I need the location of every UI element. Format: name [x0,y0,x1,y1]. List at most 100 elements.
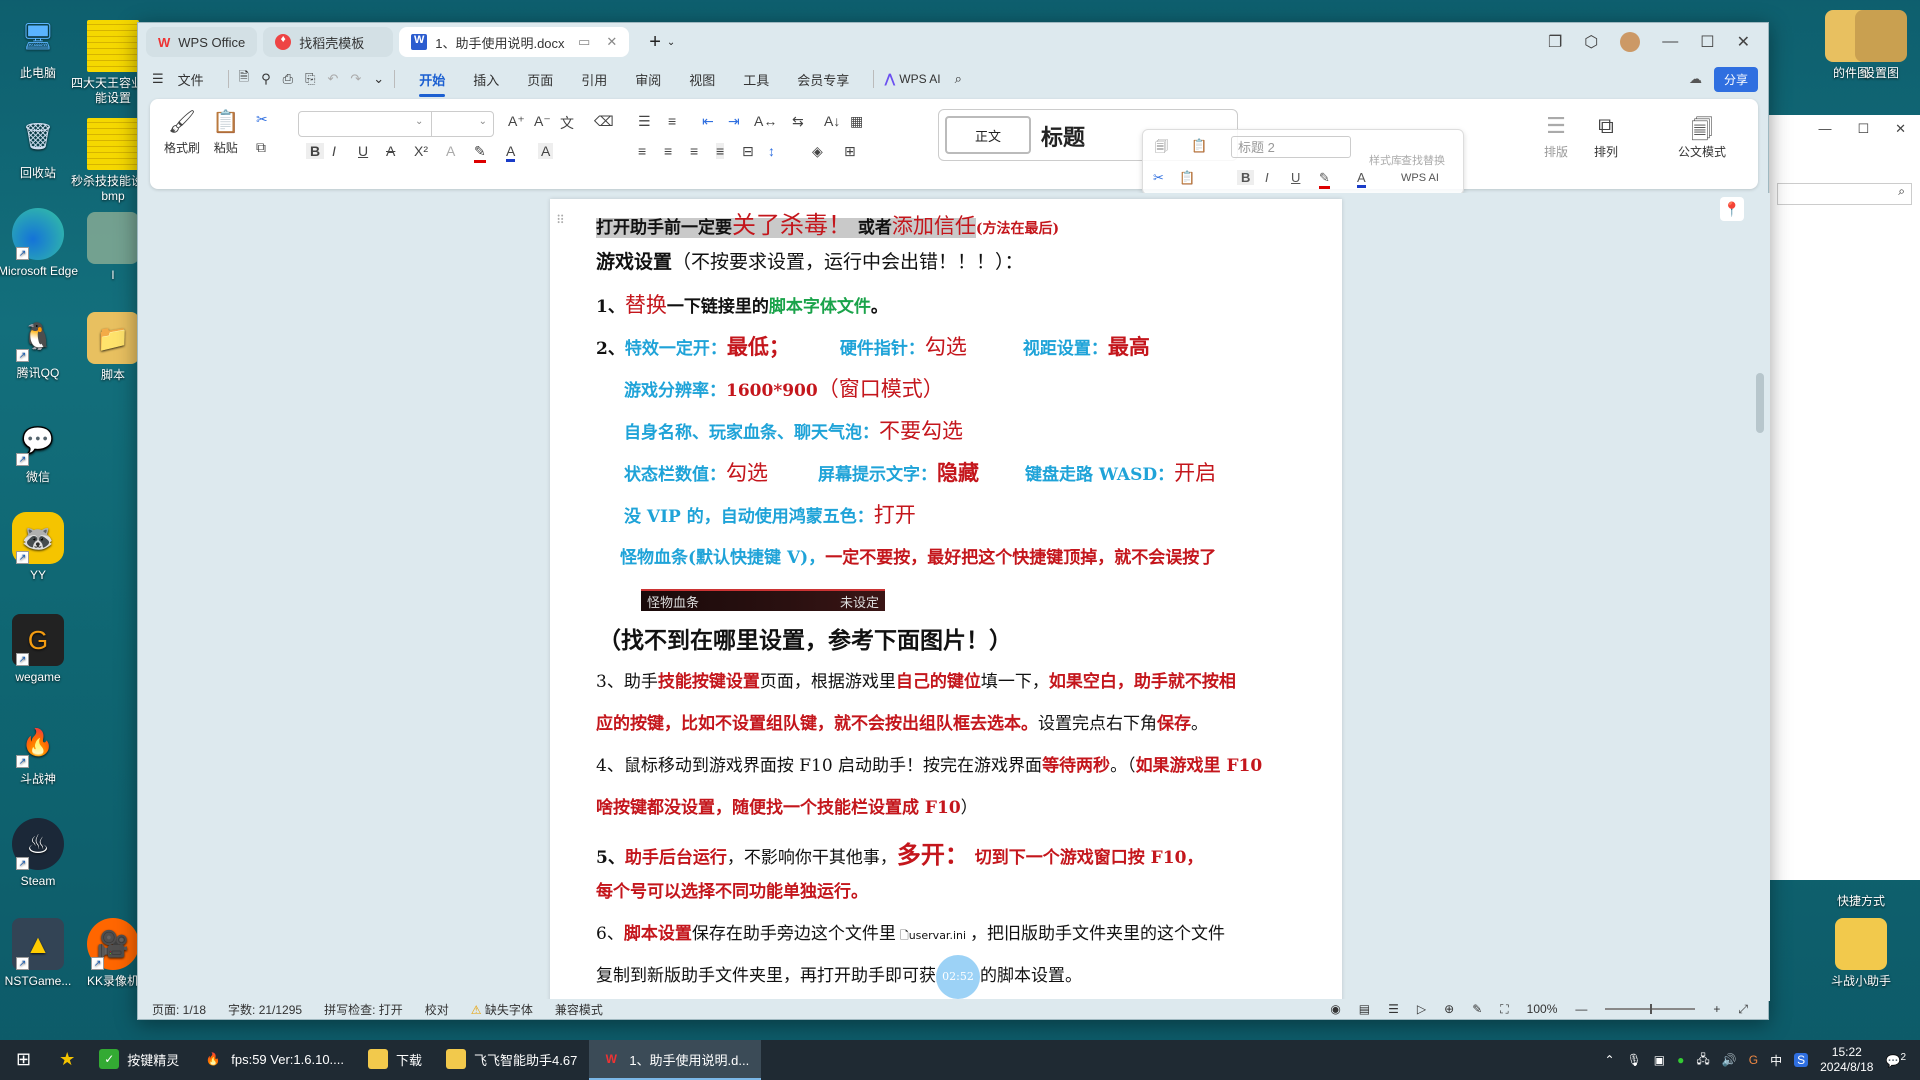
menu-wps-ai[interactable]: WPS AI [895,72,954,86]
pen-icon[interactable]: ✎ [1472,1002,1482,1016]
close-icon[interactable]: ✕ [1737,32,1750,52]
menu-references[interactable]: 引用 [567,70,621,89]
avatar[interactable] [1620,32,1641,52]
ini-file-attachment[interactable]: 🗋uservar.ini [900,929,966,942]
desktop-icon-douzhanshen[interactable]: 🔥 ↗ 斗战神 [0,716,81,787]
start-button[interactable]: ⊞ [0,1040,47,1080]
fit-page-icon[interactable]: ⛶ [1500,1002,1508,1017]
search-doc-icon[interactable]: ⚲ [261,71,271,87]
paste-icon[interactable]: 📋 [1191,138,1207,154]
fullscreen-icon[interactable]: ⤢ [1738,1002,1748,1017]
maximize-icon[interactable]: ☐ [1700,32,1714,52]
more-chevron-icon[interactable]: ⌄ [373,71,384,87]
border-icon[interactable]: ⊞ [844,143,856,160]
superscript-icon[interactable]: X² [414,143,428,159]
underline-icon[interactable]: U [358,143,368,159]
pinyin-icon[interactable]: 文 [560,113,574,133]
increase-indent-icon[interactable]: ⇥ [728,113,740,130]
cut-icon[interactable]: ✂ [256,111,268,128]
desktop-icon-edge[interactable]: ↗ Microsoft Edge [0,208,81,279]
sort-icon[interactable]: A↓ [824,113,840,129]
menu-insert[interactable]: 插入 [459,70,513,89]
format-painter-button[interactable]: 🖌 格式刷 [164,109,200,156]
arrange-button[interactable]: ⧉ 排列 [1594,113,1618,160]
desktop-icon-steam[interactable]: ♨ ↗ Steam [0,818,81,889]
hamburger-icon[interactable]: ☰ [152,71,164,87]
desktop-icon-yy[interactable]: 🦝 ↗ YY [0,512,81,583]
official-mode-button[interactable]: 🗐 公文模式 [1678,113,1726,160]
location-pin-icon[interactable]: 📍 [1720,197,1744,221]
search-icon[interactable]: ⌕ [955,71,962,87]
menu-file[interactable]: 文件 [164,70,218,89]
minimize-icon[interactable]: — [1662,33,1678,51]
clear-format-icon[interactable]: ⌫ [594,113,614,130]
highlight-icon[interactable]: ✎ [1319,170,1330,189]
underline-icon[interactable]: U [1291,170,1300,185]
desktop-icon-right-2[interactable]: 设置图 [1838,10,1920,81]
tab-wps-office[interactable]: W WPS Office [146,27,258,57]
bg-search-icon[interactable]: ⌕ [1777,183,1912,205]
desktop-icon-qq[interactable]: 🐧 ↗ 腾讯QQ [0,310,81,381]
find-replace[interactable]: 查找替换 [1401,152,1445,168]
word-count[interactable]: 字数: 21/1295 [228,1001,302,1018]
desktop-icon-wegame[interactable]: G ↗ wegame [0,614,81,685]
highlight-icon[interactable]: ✎ [474,143,486,163]
page-indicator[interactable]: 页面: 1/18 [152,1001,206,1018]
new-tab-button[interactable]: + [649,31,661,54]
vertical-scrollbar[interactable] [1756,373,1764,433]
taskbar-item-game[interactable]: 🔥 fps:59 Ver:1.6.10.... [191,1040,356,1080]
shrink-font-icon[interactable]: A⁻ [534,113,551,130]
bold-icon[interactable]: B [306,143,325,159]
menu-member[interactable]: 会员专享 [783,70,863,89]
tab-document[interactable]: W 1、助手使用说明.docx ▭ ✕ [399,27,630,57]
zoom-in-icon[interactable]: + [1713,1002,1720,1016]
style-select[interactable]: 标题 2 [1231,136,1351,158]
bullet-list-icon[interactable]: ☰ [638,113,651,130]
taskbar-item-anjian[interactable]: ✓ 按键精灵 [87,1040,191,1080]
volume-icon[interactable]: 🔊 [1722,1053,1737,1067]
desktop-icon-right-shortcut[interactable]: 快捷方式 [1818,870,1904,909]
cut-icon[interactable]: ✂ [1153,170,1164,186]
print-preview-icon[interactable]: ⎘ [305,71,315,87]
cloud-icon[interactable]: ☁ [1689,71,1702,87]
font-color-icon[interactable]: A [506,143,516,162]
menu-tools[interactable]: 工具 [729,70,783,89]
minimize-icon[interactable]: — [1818,121,1831,137]
drag-handle-icon[interactable]: ⠿ [556,213,565,227]
desktop-icon-right-folder[interactable]: 斗战小助手 [1818,918,1904,989]
ime-s-icon[interactable]: S [1794,1053,1809,1067]
ime-indicator[interactable]: 中 [1770,1052,1782,1069]
align-right-icon[interactable]: ≡ [690,143,698,159]
eye-icon[interactable]: ◉ [1330,1002,1340,1016]
play-icon[interactable]: ▷ [1417,1002,1426,1016]
font-name-select[interactable]: ⌄ ⌄ [298,111,494,137]
chevron-down-icon[interactable]: ⌄ [667,37,675,48]
tab-docer-templates[interactable]: ♦ 找稻壳模板 [263,27,394,57]
clock[interactable]: 15:22 2024/8/18 [1820,1045,1873,1075]
print-icon[interactable]: ⎙ [283,71,293,87]
font-color-icon[interactable]: A [1357,170,1366,188]
paste-format-icon[interactable]: 🗐 [1155,138,1168,160]
menu-home[interactable]: 开始 [405,70,459,97]
background-window[interactable]: — ☐ ✕ ⌕ [1768,115,1920,880]
line-break-icon[interactable]: ⇆ [792,113,804,130]
desktop-icon-wechat[interactable]: 💬 ↗ 微信 [0,414,81,485]
screen-share-icon[interactable]: ▣ [1654,1053,1665,1067]
align-left-icon[interactable]: ≡ [638,143,646,159]
text-effect-icon[interactable]: A [446,143,455,159]
desktop-icon-recycle-bin[interactable]: 🗑 回收站 [0,110,81,181]
taskbar-item-wps[interactable]: W 1、助手使用说明.d... [589,1040,762,1080]
outline-view-icon[interactable]: ☰ [1388,1002,1399,1016]
undo-icon[interactable]: ↶ [327,71,338,87]
network-icon[interactable]: 🖧 [1696,1050,1709,1071]
document-page[interactable]: ⠿ 打开助手前一定要关了杀毒！ 或者添加信任(方法在最后) 游戏设置（不按要求设… [550,199,1342,1001]
proofread-button[interactable]: 校对 [425,1001,449,1018]
taskbar-pinned-star[interactable]: ★ [47,1040,87,1080]
recording-timer-badge[interactable]: 02:52 [936,954,980,999]
table-grid-icon[interactable]: ▦ [850,113,863,130]
font-size-chevron-icon[interactable]: ⌄ [479,116,487,127]
missing-font-warning[interactable]: ⚠ 缺失字体 [471,1001,533,1018]
style-heading[interactable]: 标题 [1041,120,1085,152]
paste-button[interactable]: 📋 粘贴 [212,109,239,156]
distribute-icon[interactable]: ⊟ [742,143,754,160]
